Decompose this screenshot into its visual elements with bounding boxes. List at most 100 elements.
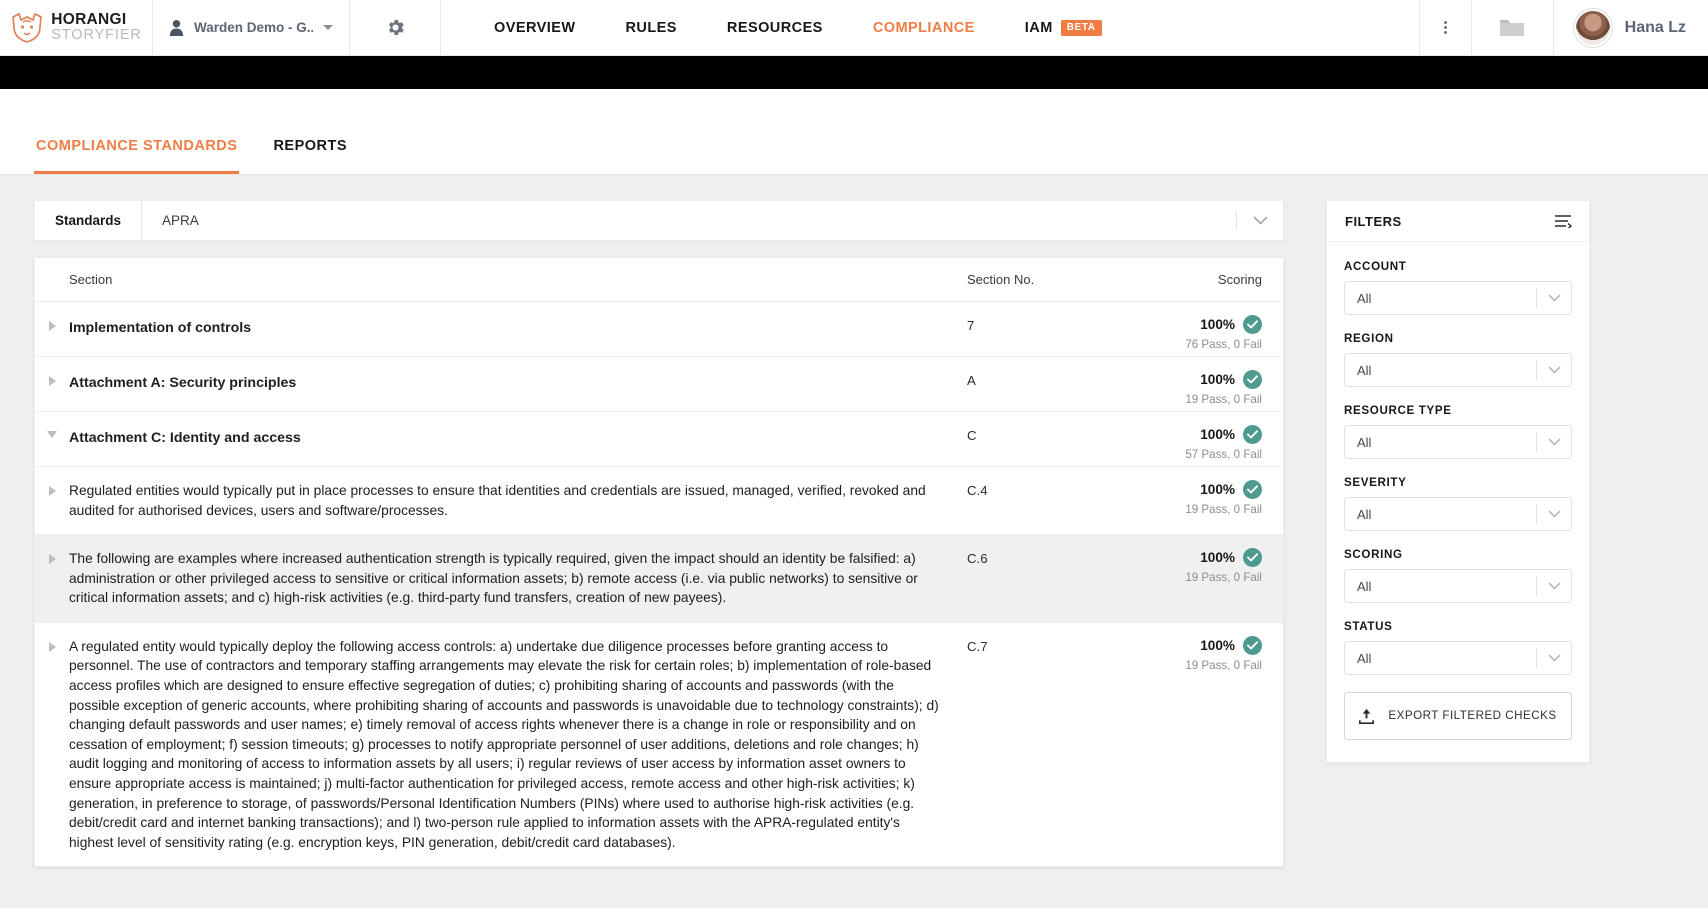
filter-settings-icon[interactable] — [1554, 214, 1573, 228]
table-row[interactable]: Implementation of controls 7 100% 76 Pass, … — [35, 302, 1283, 357]
filters-body: ACCOUNT All REGION All RESOURCE TYPE All SEVER… — [1327, 242, 1589, 762]
filter-label: SEVERITY — [1344, 476, 1407, 489]
primary-menu: OVERVIEW RULES RESOURCES COMPLIANCE IAM … — [441, 0, 1419, 55]
horangi-tiger-logo — [12, 12, 43, 43]
filter-group: ACCOUNT All — [1344, 260, 1572, 315]
nav-item-resources[interactable]: RESOURCES — [702, 0, 848, 56]
pass-check-icon — [1243, 635, 1262, 655]
brand-logo-area[interactable]: HORANGI STORYFIER — [0, 0, 153, 55]
table-row[interactable]: Attachment C: Identity and access C 100% 57… — [35, 412, 1283, 467]
standards-label: Standards — [35, 201, 143, 240]
nav-item-rules[interactable]: RULES — [601, 0, 702, 56]
filter-select[interactable]: All — [1344, 641, 1572, 675]
folder-button[interactable] — [1470, 0, 1553, 55]
filter-label: RESOURCE TYPE — [1344, 404, 1452, 417]
row-scoring: 100% 57 Pass, 0 Fail — [1117, 412, 1283, 461]
row-score-percent: 100% — [1200, 372, 1235, 387]
filters-header: FILTERS — [1327, 201, 1589, 242]
standards-value: APRA — [162, 213, 199, 228]
table-row[interactable]: A regulated entity would typically deplo… — [35, 623, 1283, 866]
chevron-down-icon — [1537, 294, 1571, 302]
filter-label: REGION — [1344, 332, 1394, 345]
row-scoring: 100% 19 Pass, 0 Fail — [1117, 623, 1283, 672]
compliance-table: Section Section No. Scoring Implementati… — [34, 257, 1284, 868]
account-name-label: Warden Demo - G... — [194, 20, 313, 35]
row-section-number: C.6 — [967, 551, 988, 567]
row-score-percent: 100% — [1200, 550, 1235, 566]
nav-item-iam-label: IAM — [1024, 19, 1053, 36]
row-expand-toggle[interactable] — [35, 357, 69, 386]
row-expand-toggle[interactable] — [35, 412, 69, 438]
chevron-down-icon — [1537, 654, 1571, 662]
account-selector[interactable]: Warden Demo - G... — [153, 0, 350, 55]
section-tabs: COMPLIANCE STANDARDS REPORTS — [0, 89, 1708, 175]
filters-column: FILTERS ACCOUNT All REGION All RESOURCE TYPE… — [1290, 200, 1708, 907]
row-expand-toggle[interactable] — [35, 467, 69, 496]
pass-check-icon — [1243, 425, 1262, 444]
nav-item-iam[interactable]: IAM BETA — [1000, 0, 1127, 56]
filter-group: SEVERITY All — [1344, 476, 1572, 531]
pass-check-icon — [1243, 480, 1262, 499]
standards-selector[interactable]: Standards APRA — [34, 200, 1284, 241]
row-section-number: C.4 — [967, 483, 988, 498]
row-scoring: 100% 19 Pass, 0 Fail — [1117, 535, 1283, 584]
row-section-number: C — [967, 428, 977, 443]
filters-title: FILTERS — [1345, 213, 1402, 229]
chevron-right-icon — [48, 321, 56, 331]
nav-item-compliance[interactable]: COMPLIANCE — [848, 0, 1000, 56]
chevron-right-icon — [48, 641, 56, 652]
table-row[interactable]: Regulated entities would typically put i… — [35, 467, 1283, 536]
row-scoring: 100% 19 Pass, 0 Fail — [1117, 467, 1283, 516]
filter-value: All — [1357, 650, 1372, 666]
row-score-detail: 19 Pass, 0 Fail — [1185, 658, 1262, 672]
folder-icon — [1500, 20, 1525, 36]
row-expand-toggle[interactable] — [35, 623, 69, 652]
filter-value: All — [1357, 578, 1372, 594]
filter-group: REGION All — [1344, 332, 1572, 387]
filter-select[interactable]: All — [1344, 281, 1572, 315]
more-options-button[interactable] — [1418, 0, 1471, 55]
settings-button[interactable] — [350, 0, 441, 55]
row-section-text: A regulated entity would typically deplo… — [69, 638, 939, 850]
row-section-text: Attachment C: Identity and access — [69, 430, 301, 446]
export-filtered-checks-button[interactable]: EXPORT FILTERED CHECKS — [1344, 692, 1572, 740]
filter-select[interactable]: All — [1344, 497, 1572, 531]
filter-select[interactable]: All — [1344, 353, 1572, 387]
filter-select[interactable]: All — [1344, 425, 1572, 459]
nav-item-overview[interactable]: OVERVIEW — [469, 0, 601, 56]
chevron-down-icon — [1537, 582, 1571, 590]
row-score-detail: 76 Pass, 0 Fail — [1185, 338, 1262, 351]
table-row[interactable]: The following are examples where increas… — [35, 535, 1283, 623]
page-body: Standards APRA Section Section No. Scori… — [0, 175, 1708, 907]
column-header-section-no: Section No. — [967, 272, 1035, 287]
filters-panel: FILTERS ACCOUNT All REGION All RESOURCE TYPE… — [1326, 200, 1590, 763]
row-expand-toggle[interactable] — [35, 535, 69, 565]
filter-select[interactable]: All — [1344, 569, 1572, 603]
row-section-text: Implementation of controls — [69, 320, 252, 336]
tab-compliance-standards[interactable]: COMPLIANCE STANDARDS — [34, 138, 240, 174]
standards-dropdown-button[interactable] — [1237, 201, 1283, 240]
top-navigation-bar: HORANGI STORYFIER Warden Demo - G... OVE… — [0, 0, 1708, 56]
filter-value: All — [1357, 290, 1372, 306]
user-menu[interactable]: Hana Lz — [1552, 0, 1708, 55]
tab-reports[interactable]: REPORTS — [271, 138, 349, 174]
table-row[interactable]: Attachment A: Security principles A 100% 19… — [35, 357, 1283, 412]
export-button-label: EXPORT FILTERED CHECKS — [1388, 709, 1557, 723]
row-section-text: The following are examples where increas… — [69, 551, 918, 606]
row-score-percent: 100% — [1200, 637, 1235, 653]
row-score-percent: 100% — [1200, 482, 1235, 497]
brand-name-secondary: STORYFIER — [51, 27, 142, 43]
row-scoring: 100% 76 Pass, 0 Fail — [1117, 302, 1283, 351]
beta-badge: BETA — [1060, 19, 1102, 36]
filter-label: STATUS — [1344, 620, 1393, 633]
row-expand-toggle[interactable] — [35, 302, 69, 331]
user-name-label: Hana Lz — [1624, 18, 1686, 36]
chevron-down-icon — [1537, 366, 1571, 374]
row-scoring: 100% 19 Pass, 0 Fail — [1117, 357, 1283, 406]
column-header-section: Section — [69, 272, 113, 287]
chevron-right-icon — [48, 554, 56, 565]
more-vertical-icon — [1443, 20, 1447, 35]
pass-check-icon — [1243, 548, 1262, 568]
chevron-down-icon — [1537, 438, 1571, 446]
column-header-scoring: Scoring — [1217, 272, 1262, 287]
